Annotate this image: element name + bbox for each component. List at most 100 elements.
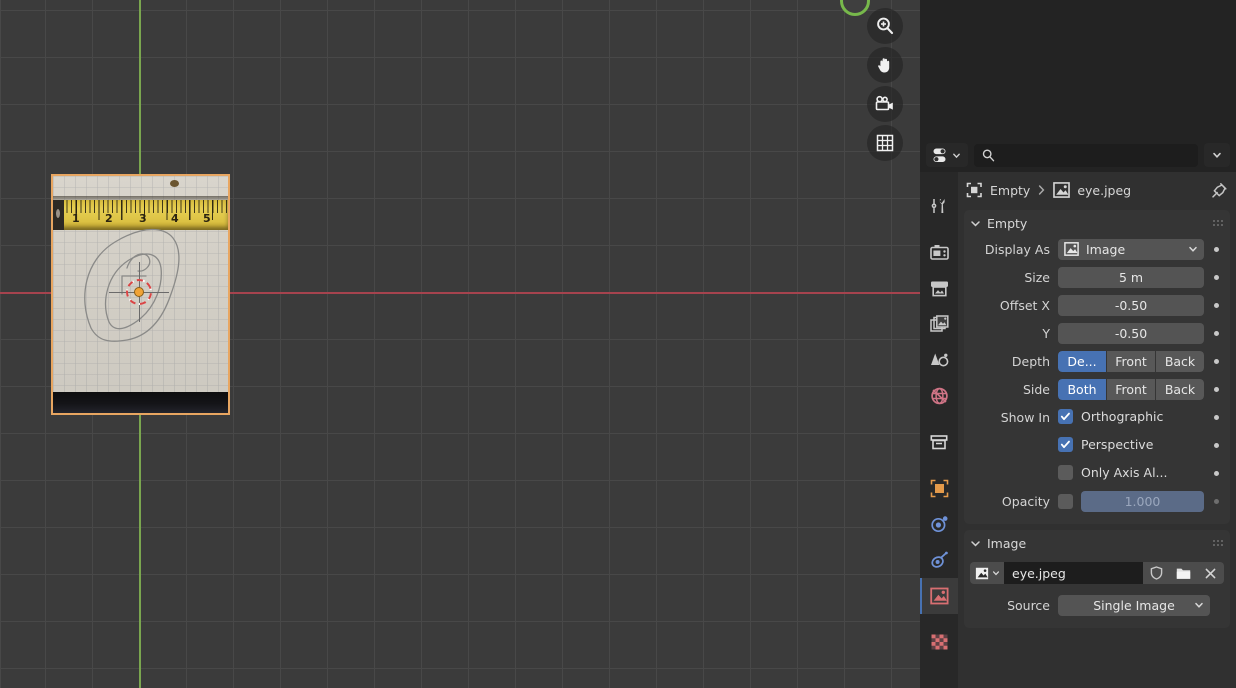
search-input[interactable]	[974, 143, 1198, 167]
display-as-row: Display As Image	[964, 236, 1230, 262]
animate-property-dot[interactable]	[1204, 302, 1228, 308]
unlink-image-button[interactable]	[1197, 562, 1224, 584]
animate-property-dot[interactable]	[1204, 442, 1228, 448]
editor-empty-area	[920, 0, 1236, 138]
offset-y-label: Y	[1042, 325, 1050, 341]
world-icon	[930, 387, 948, 405]
perspective-checkbox[interactable]	[1058, 436, 1073, 452]
grid-icon	[876, 134, 894, 152]
image-panel: Image eye.jpeg Source Single Image	[964, 530, 1230, 628]
image-panel-title: Image	[987, 535, 1027, 551]
animate-property-dot[interactable]	[1204, 330, 1228, 336]
image-name-field[interactable]: eye.jpeg	[1004, 562, 1143, 584]
animate-property-dot[interactable]	[1204, 498, 1228, 504]
show-in-perspective[interactable]: Perspective	[1058, 431, 1204, 457]
tab-output[interactable]	[920, 270, 958, 306]
animate-property-dot[interactable]	[1204, 358, 1228, 364]
panel-drag-handle[interactable]	[1212, 538, 1224, 548]
editor-type-selector[interactable]	[926, 143, 968, 167]
constraint-icon	[930, 551, 948, 568]
opacity-row: Opacity 1.000	[964, 488, 1230, 514]
grid-line	[0, 10, 920, 11]
empty-panel-header[interactable]: Empty	[964, 210, 1230, 236]
orthographic-checkbox[interactable]	[1058, 408, 1073, 424]
grid-line	[0, 527, 920, 528]
fake-user-button[interactable]	[1143, 562, 1170, 584]
object-square-icon	[930, 479, 948, 497]
depth-option-default[interactable]: De...	[1058, 350, 1106, 372]
animate-property-dot[interactable]	[1204, 386, 1228, 392]
depth-option-front[interactable]: Front	[1107, 350, 1155, 372]
tab-tool[interactable]	[920, 188, 958, 224]
show-in-only-axis-aligned[interactable]: Only Axis Al...	[1058, 459, 1204, 485]
camera-back-icon	[929, 244, 949, 260]
only-axis-aligned-checkbox[interactable]	[1058, 464, 1073, 480]
image-data-icon	[975, 567, 988, 579]
image-bottom-strip	[53, 392, 228, 413]
tab-world[interactable]	[920, 378, 958, 414]
animate-property-dot[interactable]	[1204, 414, 1228, 420]
tab-render[interactable]	[920, 234, 958, 270]
tab-scene[interactable]	[920, 342, 958, 378]
empty-panel-title: Empty	[987, 215, 1028, 231]
grid-line	[0, 621, 920, 622]
tab-view-layer[interactable]	[920, 306, 958, 342]
chevron-down-icon	[992, 571, 999, 576]
show-in-orthographic[interactable]: Orthographic	[1058, 403, 1204, 429]
breadcrumb-data[interactable]: eye.jpeg	[1077, 183, 1131, 198]
tool-icon	[931, 199, 945, 213]
camera-gizmo[interactable]	[867, 86, 903, 122]
only-axis-aligned-label: Only Axis Al...	[1081, 464, 1168, 480]
tab-texture[interactable]	[920, 624, 958, 660]
empty-object-icon	[966, 182, 982, 198]
grid-line	[0, 104, 920, 105]
breadcrumb-object[interactable]: Empty	[990, 183, 1030, 198]
animate-property-dot[interactable]	[1204, 470, 1228, 476]
display-as-dropdown[interactable]: Image	[1058, 238, 1204, 260]
viewport-gizmo-buttons	[863, 8, 907, 164]
pin-icon	[1212, 182, 1227, 198]
collection-box-icon	[930, 434, 948, 449]
side-option-both[interactable]: Both	[1058, 378, 1106, 400]
camera-icon	[875, 95, 893, 111]
panel-drag-handle[interactable]	[1212, 218, 1224, 228]
image-datablock-row: eye.jpeg	[970, 560, 1224, 586]
source-dropdown[interactable]: Single Image	[1058, 594, 1210, 616]
tab-object[interactable]	[920, 470, 958, 506]
shield-icon	[1150, 566, 1163, 580]
pan-gizmo[interactable]	[867, 47, 903, 83]
3d-viewport[interactable]: 1 2 3 4 5	[0, 0, 920, 688]
tab-physics[interactable]	[920, 506, 958, 542]
side-segmented-control: Both Front Back	[1058, 378, 1204, 400]
offset-x-field[interactable]: -0.50	[1058, 294, 1204, 316]
depth-option-back[interactable]: Back	[1156, 350, 1204, 372]
side-label: Side	[1022, 381, 1050, 397]
size-field[interactable]: 5 m	[1058, 266, 1204, 288]
image-data-icon	[1053, 182, 1071, 198]
properties-tab-strip	[920, 172, 958, 688]
open-image-button[interactable]	[1170, 562, 1197, 584]
grid-line	[0, 574, 920, 575]
zoom-gizmo[interactable]	[867, 8, 903, 44]
ortho-gizmo[interactable]	[867, 125, 903, 161]
browse-image-button[interactable]	[970, 562, 1004, 584]
opacity-checkbox[interactable]	[1058, 493, 1073, 509]
chevron-down-icon	[971, 220, 980, 226]
source-row: Source Single Image	[964, 592, 1230, 618]
filter-button[interactable]	[1204, 143, 1230, 167]
offset-y-field[interactable]: -0.50	[1058, 322, 1204, 344]
offset-x-label: Offset X	[999, 297, 1050, 313]
animate-property-dot[interactable]	[1204, 274, 1228, 280]
pin-toggle[interactable]	[1211, 182, 1228, 199]
tab-collection[interactable]	[920, 424, 958, 460]
opacity-slider[interactable]: 1.000	[1081, 490, 1204, 512]
side-option-front[interactable]: Front	[1107, 378, 1155, 400]
tab-object-data[interactable]	[920, 578, 958, 614]
source-value: Single Image	[1093, 597, 1175, 613]
blender-window: 1 2 3 4 5 Empty eye.jpeg Empty Display A…	[0, 0, 1236, 688]
image-panel-header[interactable]: Image	[964, 530, 1230, 556]
tab-constraints[interactable]	[920, 542, 958, 578]
side-option-back[interactable]: Back	[1156, 378, 1204, 400]
animate-property-dot[interactable]	[1204, 246, 1228, 252]
properties-header	[920, 138, 1236, 172]
